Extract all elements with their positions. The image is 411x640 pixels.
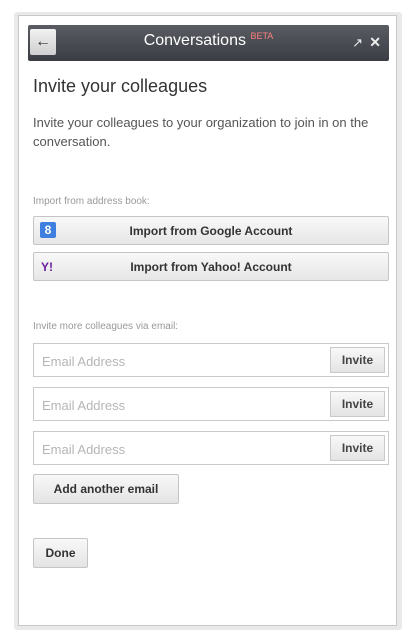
done-button[interactable]: Done [33,538,88,568]
import-google-label: Import from Google Account [129,224,293,238]
email-field[interactable] [40,438,324,460]
email-section-label: Invite more colleagues via email: [33,321,179,332]
invite-panel: ← Conversations BETA ↗ ✕ Invite your col… [18,15,397,626]
add-email-button[interactable]: Add another email [33,474,179,504]
email-field[interactable] [40,394,324,416]
import-section-label: Import from address book: [33,196,150,207]
invite-button[interactable]: Invite [330,347,385,373]
import-yahoo-label: Import from Yahoo! Account [130,260,292,274]
close-icon[interactable]: ✕ [369,34,381,51]
email-row: Invite [33,343,389,377]
beta-badge: BETA [250,31,274,41]
import-yahoo-button[interactable]: Y! Import from Yahoo! Account [33,252,389,281]
app-title: Conversations BETA [28,31,389,50]
invite-button[interactable]: Invite [330,435,385,461]
title-bar: ← Conversations BETA ↗ ✕ [28,25,389,61]
email-row: Invite [33,431,389,465]
app-title-text: Conversations [143,32,246,49]
invite-button[interactable]: Invite [330,391,385,417]
popout-icon[interactable]: ↗ [352,35,363,51]
email-row: Invite [33,387,389,421]
page-title: Invite your colleagues [33,76,208,96]
intro-text: Invite your colleagues to your organizat… [33,115,369,149]
import-google-button[interactable]: 8 Import from Google Account [33,216,389,245]
email-field[interactable] [40,350,324,372]
